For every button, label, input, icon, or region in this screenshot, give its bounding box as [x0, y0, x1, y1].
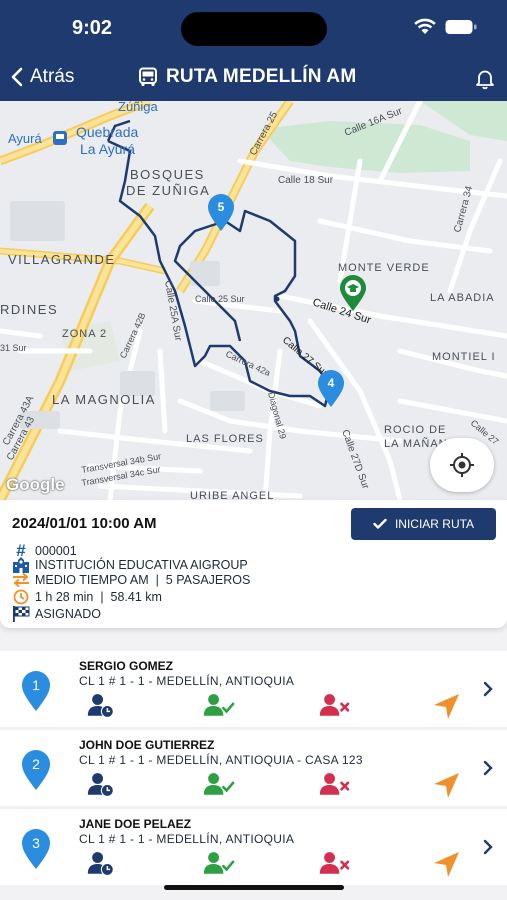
checkered-flag-icon	[13, 606, 30, 622]
status-row: ASIGNADO	[12, 606, 101, 622]
map-label: LA ABADIA	[430, 292, 495, 304]
map-label: Calle 25 Sur	[195, 294, 245, 304]
route-datetime: 2024/01/01 10:00 AM	[12, 515, 157, 532]
map-label: LAS FLORES	[186, 433, 264, 445]
map-label: Zúñiga	[118, 101, 159, 114]
nav-bar: Atrás RUTA MEDELLÍN AM	[0, 60, 507, 98]
start-route-label: INICIAR RUTA	[394, 517, 475, 531]
schedule-info: MEDIO TIEMPO AM | 5 PASAJEROS	[35, 573, 251, 587]
battery-icon	[445, 20, 477, 34]
stop-number: 1	[32, 677, 40, 693]
bus-icon	[139, 67, 157, 86]
map-label: RDINES	[0, 302, 58, 317]
map-label: MONTE VERDE	[338, 262, 430, 274]
map-label: La Ayurá	[80, 141, 135, 157]
duration-row: 1 h 28 min | 58.41 km	[12, 589, 162, 605]
schedule-row: MEDIO TIEMPO AM | 5 PASAJEROS	[12, 573, 250, 587]
app-header: 9:02 Atrás RUTA MEDELLÍN AM	[0, 0, 507, 101]
passenger-address: CL 1 # 1 - 1 - MEDELLÍN, ANTIOQUIA	[79, 832, 295, 846]
navigate-arrow-icon[interactable]	[433, 693, 460, 720]
crosshair-icon	[450, 453, 474, 477]
institution-row: INSTITUCIÓN EDUCATIVA AIGROUP	[12, 557, 248, 573]
stop-pin-icon: 1	[22, 671, 50, 711]
route-summary-card: 2024/01/01 10:00 AM INICIAR RUTA # 00000…	[0, 500, 507, 628]
page-title: RUTA MEDELLÍN AM	[138, 66, 356, 88]
map-label: DE ZUÑIGA	[126, 183, 210, 198]
marker-number: 4	[328, 376, 335, 390]
passenger-address: CL 1 # 1 - 1 - MEDELLÍN, ANTIOQUIA - CAS…	[79, 753, 363, 767]
user-x-icon[interactable]	[316, 772, 354, 798]
stop-number: 2	[32, 756, 40, 772]
stop-pin-icon: 3	[22, 829, 50, 869]
check-icon	[373, 518, 387, 529]
chevron-left-icon	[11, 67, 23, 87]
user-x-icon[interactable]	[316, 851, 354, 877]
navigate-arrow-icon[interactable]	[433, 772, 460, 799]
map-marker-4[interactable]: 4	[318, 370, 344, 407]
map-label: 31 Sur	[0, 343, 27, 353]
stop-pin-icon: 2	[22, 750, 50, 790]
map-label: URIBE ANGEL	[190, 490, 274, 500]
chevron-right-icon[interactable]	[482, 839, 494, 855]
clock-icon	[13, 589, 29, 605]
user-clock-icon[interactable]	[84, 693, 122, 719]
route-title: RUTA MEDELLÍN AM	[166, 66, 357, 87]
bell-icon[interactable]	[475, 68, 495, 90]
user-clock-icon[interactable]	[84, 851, 122, 877]
stop-number: 3	[32, 835, 40, 851]
passenger-row[interactable]: 1 SERGIO GOMEZ CL 1 # 1 - 1 - MEDELLÍN, …	[0, 651, 507, 727]
map-label: Quebrada	[76, 124, 138, 140]
back-label: Atrás	[30, 66, 75, 87]
map-label: MONTIEL I	[432, 351, 496, 363]
passenger-row[interactable]: 3 JANE DOE PELAEZ CL 1 # 1 - 1 - MEDELLÍ…	[0, 809, 507, 885]
swap-arrows-icon	[13, 573, 29, 587]
dynamic-island	[181, 12, 327, 46]
navigate-arrow-icon[interactable]	[433, 851, 460, 878]
user-check-icon[interactable]	[200, 693, 238, 719]
status-time: 9:02	[72, 17, 113, 39]
passenger-name: SERGIO GOMEZ	[79, 659, 174, 673]
map-label: VILLAGRANDE	[8, 252, 116, 267]
map-label: Calle 18 Sur	[278, 175, 334, 186]
wifi-icon	[414, 18, 436, 34]
map-label: LA MAGNOLIA	[52, 392, 156, 407]
passenger-name: JOHN DOE GUTIERREZ	[79, 738, 215, 752]
route-status: ASIGNADO	[35, 607, 101, 621]
map-label: ZONA 2	[62, 328, 107, 340]
user-check-icon[interactable]	[200, 772, 238, 798]
marker-number: 5	[218, 200, 225, 214]
chevron-right-icon[interactable]	[482, 760, 494, 776]
passenger-name: JANE DOE PELAEZ	[79, 817, 192, 831]
duration-info: 1 h 28 min | 58.41 km	[35, 590, 162, 604]
map-label: BOSQUES	[130, 167, 205, 182]
map-label: Calle 24 Sur	[311, 296, 373, 326]
status-icons	[413, 18, 477, 36]
map-label: ROCIO DE	[384, 424, 446, 436]
user-check-icon[interactable]	[200, 851, 238, 877]
school-building-icon	[13, 557, 29, 573]
passenger-address: CL 1 # 1 - 1 - MEDELLÍN, ANTIOQUIA	[79, 674, 295, 688]
route-code: 000001	[35, 544, 77, 558]
route-map[interactable]: Zúñiga Ayurá Quebrada La Ayurá BOSQUES D…	[0, 101, 507, 500]
google-attribution: Google	[6, 475, 65, 494]
chevron-right-icon[interactable]	[482, 681, 494, 697]
home-indicator[interactable]	[164, 885, 344, 890]
passenger-row[interactable]: 2 JOHN DOE GUTIERREZ CL 1 # 1 - 1 - MEDE…	[0, 730, 507, 806]
user-clock-icon[interactable]	[84, 772, 122, 798]
map-label: Ayurá	[8, 131, 42, 146]
locate-button[interactable]	[430, 438, 494, 492]
start-route-button[interactable]: INICIAR RUTA	[351, 508, 496, 540]
institution-name: INSTITUCIÓN EDUCATIVA AIGROUP	[35, 558, 248, 572]
map-canvas: Zúñiga Ayurá Quebrada La Ayurá BOSQUES D…	[0, 101, 507, 500]
user-x-icon[interactable]	[316, 693, 354, 719]
back-button[interactable]: Atrás	[10, 66, 74, 88]
transit-station-icon	[53, 131, 67, 145]
